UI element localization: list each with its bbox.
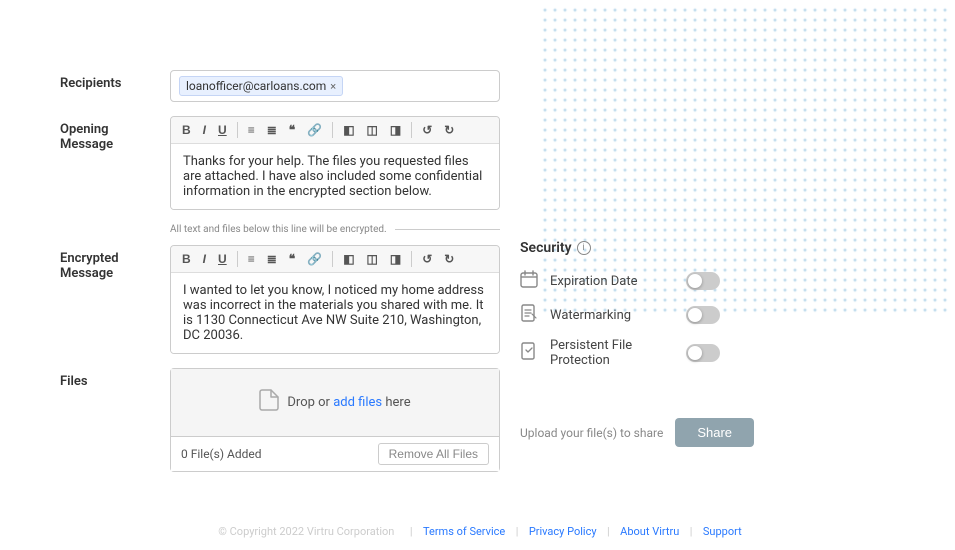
ul-btn[interactable]: ≡	[243, 121, 260, 139]
email-tag: loanofficer@carloans.com ×	[179, 76, 343, 96]
remove-all-button[interactable]: Remove All Files	[378, 443, 489, 465]
enc-ol-btn[interactable]: ≣	[262, 250, 282, 268]
enc-ul-btn[interactable]: ≡	[243, 250, 260, 268]
bold-btn[interactable]: B	[177, 121, 196, 139]
opening-message-row: Opening Message B I U ≡ ≣ ❝ 🔗 ◧ ◫ ◨	[60, 116, 895, 210]
support-link[interactable]: Support	[703, 525, 742, 538]
undo-btn[interactable]: ↺	[417, 121, 437, 139]
opening-message-editor[interactable]: B I U ≡ ≣ ❝ 🔗 ◧ ◫ ◨ ↺ ↻ Thanks for your	[170, 116, 500, 210]
files-row: Files Drop or add files here	[60, 368, 895, 472]
files-footer: 0 File(s) Added Remove All Files	[171, 436, 499, 471]
align-center-btn[interactable]: ◫	[362, 121, 383, 139]
enc-align-center-btn[interactable]: ◫	[362, 250, 383, 268]
italic-btn[interactable]: I	[198, 121, 211, 139]
encrypted-message-body[interactable]: I wanted to let you know, I noticed my h…	[171, 273, 499, 353]
recipients-input[interactable]: loanofficer@carloans.com ×	[170, 70, 500, 102]
encrypt-divider-text: All text and files below this line will …	[170, 224, 395, 235]
drop-area[interactable]: Drop or add files here	[171, 369, 499, 436]
quote-btn[interactable]: ❝	[284, 121, 300, 139]
enc-redo-btn[interactable]: ↻	[439, 250, 459, 268]
email-tag-value: loanofficer@carloans.com	[186, 79, 326, 93]
link-btn[interactable]: 🔗	[302, 121, 327, 139]
email-tag-close[interactable]: ×	[330, 80, 336, 93]
encrypted-message-row: Encrypted Message B I U ≡ ≣ ❝ 🔗 ◧ ◫ ◨	[60, 245, 895, 354]
drop-label: Drop or	[287, 395, 330, 410]
footer-sep4: |	[687, 525, 698, 538]
enc-align-right-btn[interactable]: ◨	[385, 250, 406, 268]
enc-sep3	[411, 251, 412, 267]
footer-sep3: |	[604, 525, 615, 538]
align-right-btn[interactable]: ◨	[385, 121, 406, 139]
footer: © Copyright 2022 Virtru Corporation | Te…	[0, 525, 955, 538]
enc-link-btn[interactable]: 🔗	[302, 250, 327, 268]
sep2	[332, 122, 333, 138]
privacy-link[interactable]: Privacy Policy	[529, 525, 597, 538]
enc-quote-btn[interactable]: ❝	[284, 250, 300, 268]
sep1	[237, 122, 238, 138]
encrypted-message-label: Encrypted Message	[60, 245, 170, 281]
underline-btn[interactable]: U	[213, 121, 232, 139]
enc-sep2	[332, 251, 333, 267]
encrypted-toolbar: B I U ≡ ≣ ❝ 🔗 ◧ ◫ ◨ ↺ ↻	[171, 246, 499, 273]
drop-text: Drop or add files here	[287, 395, 410, 410]
files-drop-zone[interactable]: Drop or add files here 0 File(s) Added R…	[170, 368, 500, 472]
drop-here: here	[385, 395, 410, 410]
enc-underline-btn[interactable]: U	[213, 250, 232, 268]
enc-bold-btn[interactable]: B	[177, 250, 196, 268]
copyright: © Copyright 2022 Virtru Corporation	[218, 525, 394, 538]
enc-italic-btn[interactable]: I	[198, 250, 211, 268]
enc-sep1	[237, 251, 238, 267]
add-files-link[interactable]: add files	[333, 395, 382, 410]
redo-btn[interactable]: ↻	[439, 121, 459, 139]
file-icon	[259, 389, 279, 416]
files-count: 0 File(s) Added	[181, 447, 262, 461]
terms-link[interactable]: Terms of Service	[423, 525, 505, 538]
footer-sep2: |	[513, 525, 524, 538]
files-label: Files	[60, 368, 170, 389]
footer-sep1: |	[407, 525, 418, 538]
recipients-label: Recipients	[60, 70, 170, 91]
opening-message-label: Opening Message	[60, 116, 170, 152]
enc-undo-btn[interactable]: ↺	[417, 250, 437, 268]
opening-toolbar: B I U ≡ ≣ ❝ 🔗 ◧ ◫ ◨ ↺ ↻	[171, 117, 499, 144]
encrypt-divider: All text and files below this line will …	[170, 224, 500, 235]
align-left-btn[interactable]: ◧	[338, 121, 359, 139]
encrypted-message-editor[interactable]: B I U ≡ ≣ ❝ 🔗 ◧ ◫ ◨ ↺ ↻ I wanted to let	[170, 245, 500, 354]
sep3	[411, 122, 412, 138]
ol-btn[interactable]: ≣	[262, 121, 282, 139]
recipients-row: Recipients loanofficer@carloans.com ×	[60, 70, 895, 102]
about-link[interactable]: About Virtru	[620, 525, 679, 538]
enc-align-left-btn[interactable]: ◧	[338, 250, 359, 268]
encrypt-divider-line	[395, 229, 500, 230]
opening-message-body[interactable]: Thanks for your help. The files you requ…	[171, 144, 499, 209]
